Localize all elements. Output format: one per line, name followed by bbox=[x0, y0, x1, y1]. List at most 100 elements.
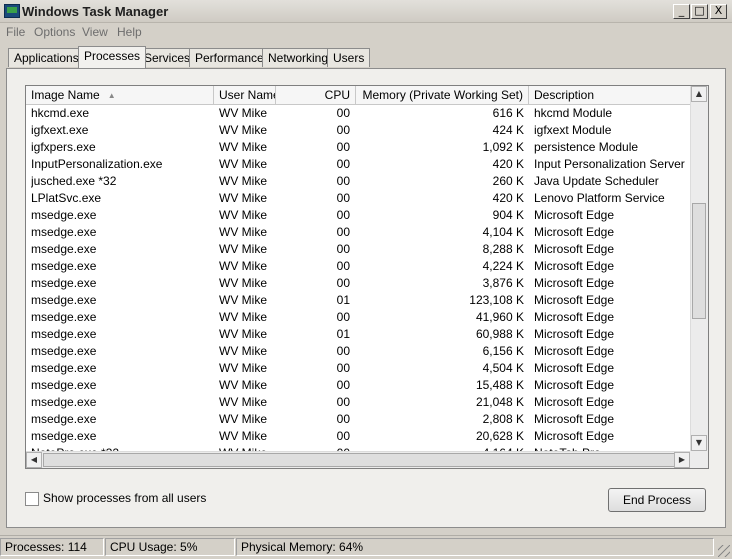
cell-image-name: igfxpers.exe bbox=[31, 140, 96, 154]
end-process-button[interactable]: End Process bbox=[608, 488, 706, 512]
column-memory[interactable]: Memory (Private Working Set) bbox=[356, 86, 529, 104]
cell-memory: 424 K bbox=[492, 123, 524, 137]
cell-memory: 8,288 K bbox=[482, 242, 524, 256]
process-row[interactable]: msedge.exe WV Mike 00 6,156 K Microsoft Edge bbox=[26, 343, 690, 360]
cell-memory: 4,104 K bbox=[482, 225, 524, 239]
cell-user-name: WV Mike bbox=[219, 225, 267, 239]
horizontal-scroll-thumb[interactable] bbox=[43, 453, 677, 467]
cell-image-name: msedge.exe bbox=[31, 242, 97, 256]
process-list[interactable]: Image Name ▲ User Name CPU Memory (Privat… bbox=[25, 85, 709, 469]
vertical-scrollbar[interactable]: ▲ ▼ bbox=[690, 86, 708, 451]
cell-image-name: msedge.exe bbox=[31, 276, 97, 290]
process-row[interactable]: LPlatSvc.exe WV Mike 00 420 K Lenovo Platfor… bbox=[26, 190, 690, 207]
process-row[interactable]: msedge.exe WV Mike 00 20,628 K Microsoft Edg… bbox=[26, 428, 690, 445]
cell-memory: 20,628 K bbox=[475, 429, 524, 443]
process-row[interactable]: msedge.exe WV Mike 00 15,488 K Microsoft Edg… bbox=[26, 377, 690, 394]
cell-cpu: 00 bbox=[336, 242, 350, 256]
process-row[interactable]: igfxpers.exe WV Mike 00 1,092 K persistence … bbox=[26, 139, 690, 156]
cell-memory: 123,108 K bbox=[469, 293, 524, 307]
cell-description: persistence Module bbox=[534, 140, 639, 154]
tab-applications[interactable]: Applications bbox=[8, 48, 85, 67]
tab-processes[interactable]: Processes bbox=[78, 46, 147, 68]
title-bar[interactable]: Windows Task Manager _ □ X bbox=[0, 0, 732, 23]
cell-description: Microsoft Edge bbox=[534, 225, 615, 239]
process-row[interactable]: msedge.exe WV Mike 00 8,288 K Microsoft Edge bbox=[26, 241, 690, 258]
cell-description: Microsoft Edge bbox=[534, 429, 615, 443]
column-cpu[interactable]: CPU bbox=[276, 86, 356, 104]
cell-cpu: 00 bbox=[336, 429, 350, 443]
process-row[interactable]: msedge.exe WV Mike 00 41,960 K Microsoft Edg… bbox=[26, 309, 690, 326]
cell-cpu: 00 bbox=[336, 157, 350, 171]
tab-networking[interactable]: Networking bbox=[262, 48, 335, 67]
process-row[interactable]: msedge.exe WV Mike 00 4,224 K Microsoft Edge bbox=[26, 258, 690, 275]
cell-cpu: 00 bbox=[336, 412, 350, 426]
status-physical-memory: Physical Memory: 64% bbox=[236, 538, 714, 556]
cell-description: Microsoft Edge bbox=[534, 208, 615, 222]
process-row[interactable]: igfxext.exe WV Mike 00 424 K igfxext Module bbox=[26, 122, 690, 139]
cell-memory: 4,504 K bbox=[482, 361, 524, 375]
scroll-right-icon[interactable]: ▶ bbox=[674, 452, 690, 468]
cell-description: Microsoft Edge bbox=[534, 327, 615, 341]
cell-cpu: 00 bbox=[336, 259, 350, 273]
cell-description: Microsoft Edge bbox=[534, 395, 615, 409]
maximize-button[interactable]: □ bbox=[691, 4, 708, 19]
cell-description: hkcmd Module bbox=[534, 106, 613, 120]
scroll-left-icon[interactable]: ◀ bbox=[26, 452, 42, 468]
horizontal-scrollbar[interactable]: ◀ ▶ bbox=[26, 451, 690, 468]
minimize-button[interactable]: _ bbox=[673, 4, 690, 19]
menu-view[interactable]: View bbox=[82, 25, 108, 39]
process-row[interactable]: msedge.exe WV Mike 00 4,504 K Microsoft Edge bbox=[26, 360, 690, 377]
scroll-down-icon[interactable]: ▼ bbox=[691, 435, 707, 451]
process-row[interactable]: hkcmd.exe WV Mike 00 616 K hkcmd Module bbox=[26, 105, 690, 122]
cell-description: Java Update Scheduler bbox=[534, 174, 659, 188]
cell-image-name: msedge.exe bbox=[31, 344, 97, 358]
cell-cpu: 00 bbox=[336, 208, 350, 222]
column-image-name[interactable]: Image Name ▲ bbox=[26, 86, 214, 104]
cell-description: Microsoft Edge bbox=[534, 412, 615, 426]
cell-memory: 904 K bbox=[492, 208, 524, 222]
cell-memory: 4,224 K bbox=[482, 259, 524, 273]
cell-cpu: 00 bbox=[336, 123, 350, 137]
cell-image-name: hkcmd.exe bbox=[31, 106, 90, 120]
tab-performance[interactable]: Performance bbox=[189, 48, 270, 67]
process-row[interactable]: msedge.exe WV Mike 00 904 K Microsoft Edge bbox=[26, 207, 690, 224]
process-row[interactable]: msedge.exe WV Mike 01 60,988 K Microsoft Edg… bbox=[26, 326, 690, 343]
cell-image-name: msedge.exe bbox=[31, 310, 97, 324]
process-row[interactable]: InputPersonalization.exe WV Mike 00 420 K In… bbox=[26, 156, 690, 173]
cell-memory: 616 K bbox=[492, 106, 524, 120]
window-title: Windows Task Manager bbox=[22, 4, 169, 19]
tab-strip: Applications Processes Services Performa… bbox=[6, 46, 726, 68]
menu-help[interactable]: Help bbox=[117, 25, 142, 39]
cell-memory: 3,876 K bbox=[482, 276, 524, 290]
process-row[interactable]: msedge.exe WV Mike 00 3,876 K Microsoft Edge bbox=[26, 275, 690, 292]
vertical-scroll-thumb[interactable] bbox=[692, 203, 706, 319]
status-cpu-usage: CPU Usage: 5% bbox=[105, 538, 235, 556]
cell-user-name: WV Mike bbox=[219, 259, 267, 273]
cell-user-name: WV Mike bbox=[219, 242, 267, 256]
process-row[interactable]: msedge.exe WV Mike 00 21,048 K Microsoft Edg… bbox=[26, 394, 690, 411]
cell-image-name: msedge.exe bbox=[31, 361, 97, 375]
cell-description: Microsoft Edge bbox=[534, 344, 615, 358]
process-row[interactable]: jusched.exe *32 WV Mike 00 260 K Java Update… bbox=[26, 173, 690, 190]
show-all-users-label[interactable]: Show processes from all users bbox=[43, 491, 206, 505]
menu-options[interactable]: Options bbox=[34, 25, 75, 39]
cell-memory: 420 K bbox=[492, 157, 524, 171]
cell-memory: 420 K bbox=[492, 191, 524, 205]
process-row[interactable]: msedge.exe WV Mike 00 2,808 K Microsoft Edge bbox=[26, 411, 690, 428]
column-description[interactable]: Description bbox=[529, 86, 690, 104]
tab-users[interactable]: Users bbox=[327, 48, 371, 67]
cell-user-name: WV Mike bbox=[219, 140, 267, 154]
column-user-name[interactable]: User Name bbox=[214, 86, 276, 104]
resize-grip-icon[interactable] bbox=[718, 545, 730, 557]
close-button[interactable]: X bbox=[710, 4, 727, 19]
process-row[interactable]: msedge.exe WV Mike 00 4,104 K Microsoft Edge bbox=[26, 224, 690, 241]
cell-description: Microsoft Edge bbox=[534, 293, 615, 307]
cell-cpu: 00 bbox=[336, 361, 350, 375]
cell-image-name: InputPersonalization.exe bbox=[31, 157, 163, 171]
show-all-users-checkbox[interactable] bbox=[25, 492, 39, 506]
menu-file[interactable]: File bbox=[6, 25, 25, 39]
scroll-up-icon[interactable]: ▲ bbox=[691, 86, 707, 102]
tab-services[interactable]: Services bbox=[138, 48, 197, 67]
cell-user-name: WV Mike bbox=[219, 208, 267, 222]
process-row[interactable]: msedge.exe WV Mike 01 123,108 K Microsoft Ed… bbox=[26, 292, 690, 309]
